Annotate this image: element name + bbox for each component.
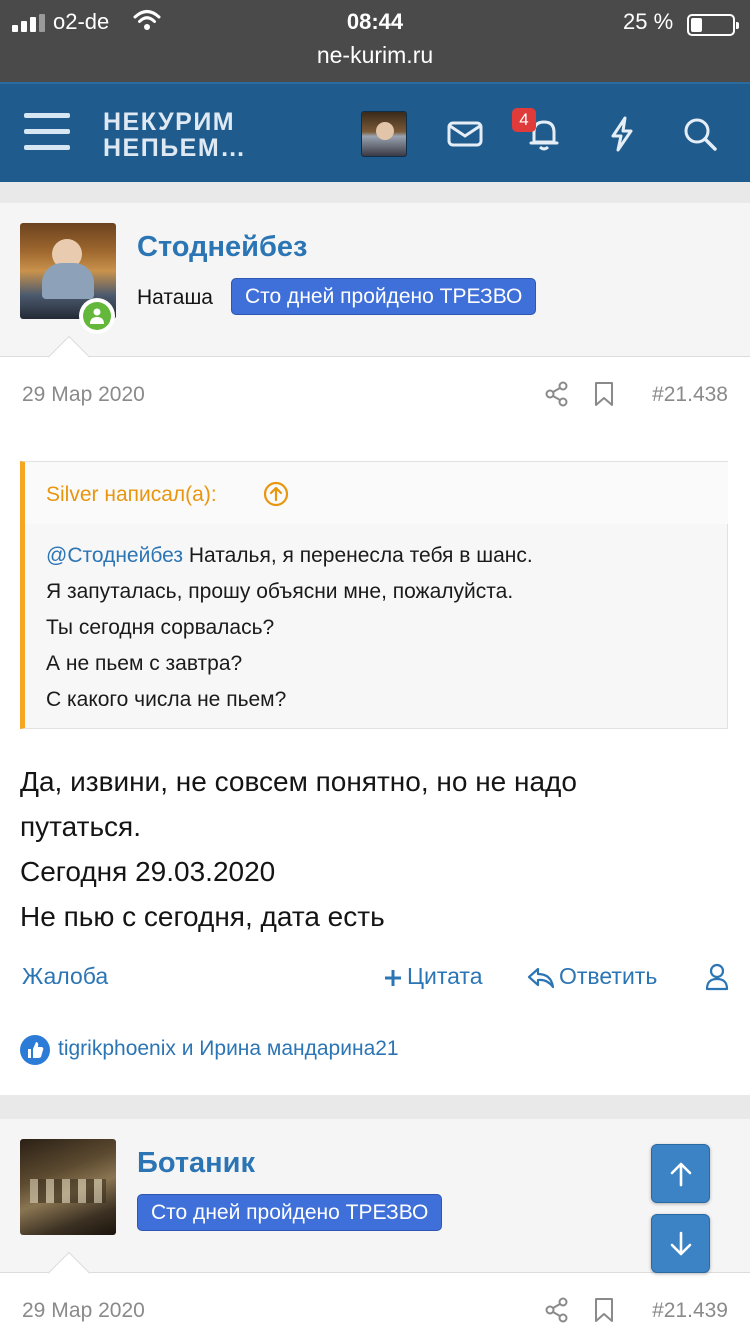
battery-icon bbox=[687, 14, 739, 36]
bookmark-icon[interactable] bbox=[594, 1297, 614, 1323]
battery-fill bbox=[691, 18, 702, 32]
header-pointer bbox=[47, 1251, 91, 1295]
plus-icon bbox=[385, 969, 401, 986]
bolt-icon[interactable] bbox=[602, 114, 642, 154]
share-icon[interactable] bbox=[545, 1297, 569, 1323]
post-actions: Жалоба Цитата Ответить bbox=[0, 961, 750, 1001]
username[interactable]: Ботаник bbox=[137, 1147, 255, 1180]
post-user-header: Стоднейбез Наташа Сто дней пройдено ТРЕЗ… bbox=[0, 203, 750, 379]
user-banner: Сто дней пройдено ТРЕЗВО bbox=[231, 278, 537, 315]
person-icon bbox=[90, 308, 104, 324]
address-bar-url[interactable]: ne-kurim.ru bbox=[0, 42, 750, 69]
logo-line-1: НЕКУРИМ bbox=[103, 108, 236, 136]
post-number[interactable]: #21.438 bbox=[652, 383, 728, 407]
post-meta: 29 Мар 2020 #21.439 bbox=[0, 1291, 750, 1331]
site-header: НЕКУРИМ НЕПЬЕМ… 4 bbox=[0, 82, 750, 182]
message-line: Да, извини, не совсем понятно, но не над… bbox=[20, 766, 577, 797]
arrow-down-icon bbox=[670, 1231, 692, 1256]
report-button[interactable]: Жалоба bbox=[22, 963, 108, 990]
user-title: Наташа bbox=[137, 286, 213, 309]
status-bar: o2-de 08:44 25 % ne-kurim.ru bbox=[0, 0, 750, 82]
reply-button-label: Ответить bbox=[559, 963, 658, 989]
message-line: путаться. bbox=[20, 811, 141, 842]
logo-line-2: НЕПЬЕМ… bbox=[103, 134, 247, 162]
bookmark-icon[interactable] bbox=[594, 381, 614, 407]
notifications-badge[interactable]: 4 bbox=[512, 108, 536, 132]
quote-line-text: Наталья, я перенесла тебя в шанс. bbox=[188, 544, 533, 567]
quote-line: А не пьем с завтра? bbox=[46, 652, 243, 675]
post-message: Да, извини, не совсем понятно, но не над… bbox=[20, 759, 577, 939]
quote-line: Я запуталась, прошу объясни мне, пожалуй… bbox=[46, 580, 514, 603]
message-line: Сегодня 29.03.2020 bbox=[20, 856, 276, 887]
scroll-down-button[interactable] bbox=[651, 1214, 710, 1273]
account-avatar[interactable] bbox=[361, 111, 407, 157]
quote-button-label: Цитата bbox=[407, 963, 483, 989]
user-banner: Сто дней пройдено ТРЕЗВО bbox=[137, 1194, 443, 1231]
user-icon[interactable] bbox=[705, 963, 729, 991]
battery-percent: 25 % bbox=[623, 9, 674, 34]
quote-body: @Стоднейбез Наталья, я перенесла тебя в … bbox=[46, 538, 533, 718]
menu-icon[interactable] bbox=[24, 113, 70, 151]
post-21439: Ботаник Сто дней пройдено ТРЕЗВО 29 Мар … bbox=[0, 1119, 750, 1334]
reply-icon bbox=[527, 967, 555, 989]
mail-icon[interactable] bbox=[445, 114, 485, 154]
username[interactable]: Стоднейбез bbox=[137, 231, 307, 264]
online-status-icon bbox=[79, 298, 115, 334]
site-logo[interactable]: НЕКУРИМ НЕПЬЕМ… bbox=[103, 109, 247, 161]
post-date[interactable]: 29 Мар 2020 bbox=[22, 383, 145, 407]
like-icon bbox=[20, 1035, 50, 1065]
arrow-up-circle-icon[interactable] bbox=[263, 481, 289, 507]
quote-author[interactable]: Silver написал(а): bbox=[46, 483, 217, 507]
header-pointer bbox=[47, 335, 91, 379]
post-21438: Стоднейбез Наташа Сто дней пройдено ТРЕЗ… bbox=[0, 203, 750, 1095]
likes-users[interactable]: tigrikphoenix и Ирина мандарина21 bbox=[58, 1037, 399, 1061]
post-meta: 29 Мар 2020 #21.438 bbox=[0, 375, 750, 415]
arrow-up-icon bbox=[670, 1162, 692, 1187]
post-date[interactable]: 29 Мар 2020 bbox=[22, 1299, 145, 1323]
search-icon[interactable] bbox=[680, 114, 720, 154]
post-number[interactable]: #21.439 bbox=[652, 1299, 728, 1323]
user-avatar[interactable] bbox=[20, 1139, 116, 1235]
share-icon[interactable] bbox=[545, 381, 569, 407]
message-line: Не пью с сегодня, дата есть bbox=[20, 901, 385, 932]
post-user-header: Ботаник Сто дней пройдено ТРЕЗВО bbox=[0, 1119, 750, 1295]
scroll-up-button[interactable] bbox=[651, 1144, 710, 1203]
quote-line: Ты сегодня сорвалась? bbox=[46, 616, 275, 639]
quote-header: Silver написал(а): bbox=[25, 462, 728, 524]
quote-button[interactable]: Цитата bbox=[383, 963, 483, 990]
quote-line: @Стоднейбез Наталья, я перенесла тебя в … bbox=[46, 538, 533, 574]
reply-button[interactable]: Ответить bbox=[527, 963, 657, 990]
quote-block: Silver написал(а): @Стоднейбез Наталья, … bbox=[20, 461, 728, 729]
user-mention[interactable]: @Стоднейбез bbox=[46, 544, 183, 567]
quote-line: С какого числа не пьем? bbox=[46, 688, 287, 711]
